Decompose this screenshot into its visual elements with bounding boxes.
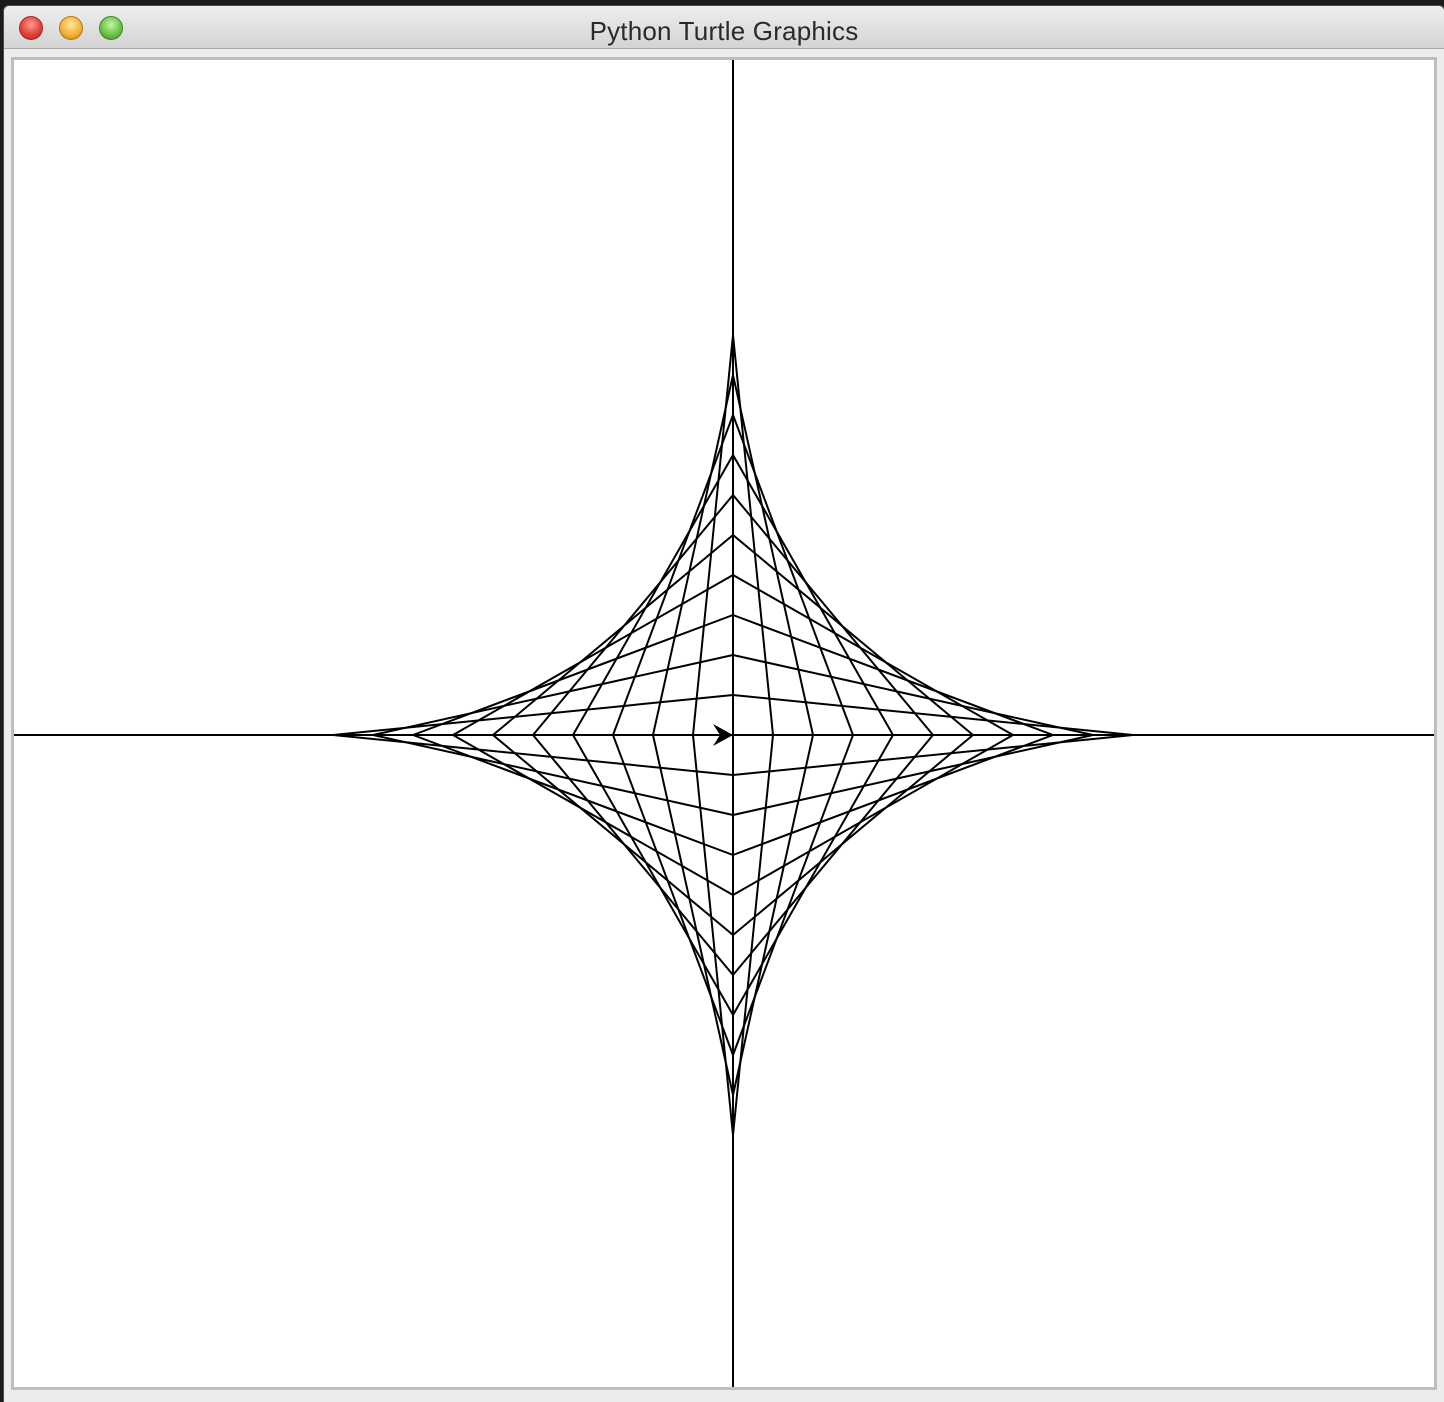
mesh-line	[612, 414, 734, 736]
mesh-line	[412, 614, 734, 736]
mesh-line	[732, 574, 1014, 736]
mesh-line	[732, 734, 854, 1056]
mesh-line	[732, 374, 814, 736]
mesh-line	[732, 734, 1054, 856]
mesh-line	[612, 734, 734, 1056]
mesh-line	[732, 454, 894, 736]
mesh-line	[732, 614, 1054, 736]
mesh-line	[732, 734, 894, 1016]
mesh-line	[412, 734, 734, 856]
mesh-line	[652, 374, 734, 736]
window-title: Python Turtle Graphics	[589, 16, 859, 46]
drawing-surface	[14, 60, 1434, 1387]
mesh-line	[572, 454, 734, 736]
mesh-line	[452, 734, 734, 896]
mesh-line	[732, 654, 1094, 736]
mesh-line	[732, 734, 1094, 816]
axes	[14, 60, 1434, 1387]
mesh-line	[452, 574, 734, 736]
mesh-line	[372, 734, 734, 816]
mesh-line	[732, 734, 814, 1096]
mesh-line	[732, 414, 854, 736]
mesh-line	[652, 734, 734, 1096]
mesh-line	[732, 734, 1014, 896]
mesh-line	[372, 654, 734, 736]
title-bar[interactable]: Python Turtle Graphics	[4, 6, 1444, 49]
mesh-line	[572, 734, 734, 1016]
turtle-canvas[interactable]	[11, 57, 1437, 1390]
turtle-window: Python Turtle Graphics	[4, 6, 1444, 1402]
